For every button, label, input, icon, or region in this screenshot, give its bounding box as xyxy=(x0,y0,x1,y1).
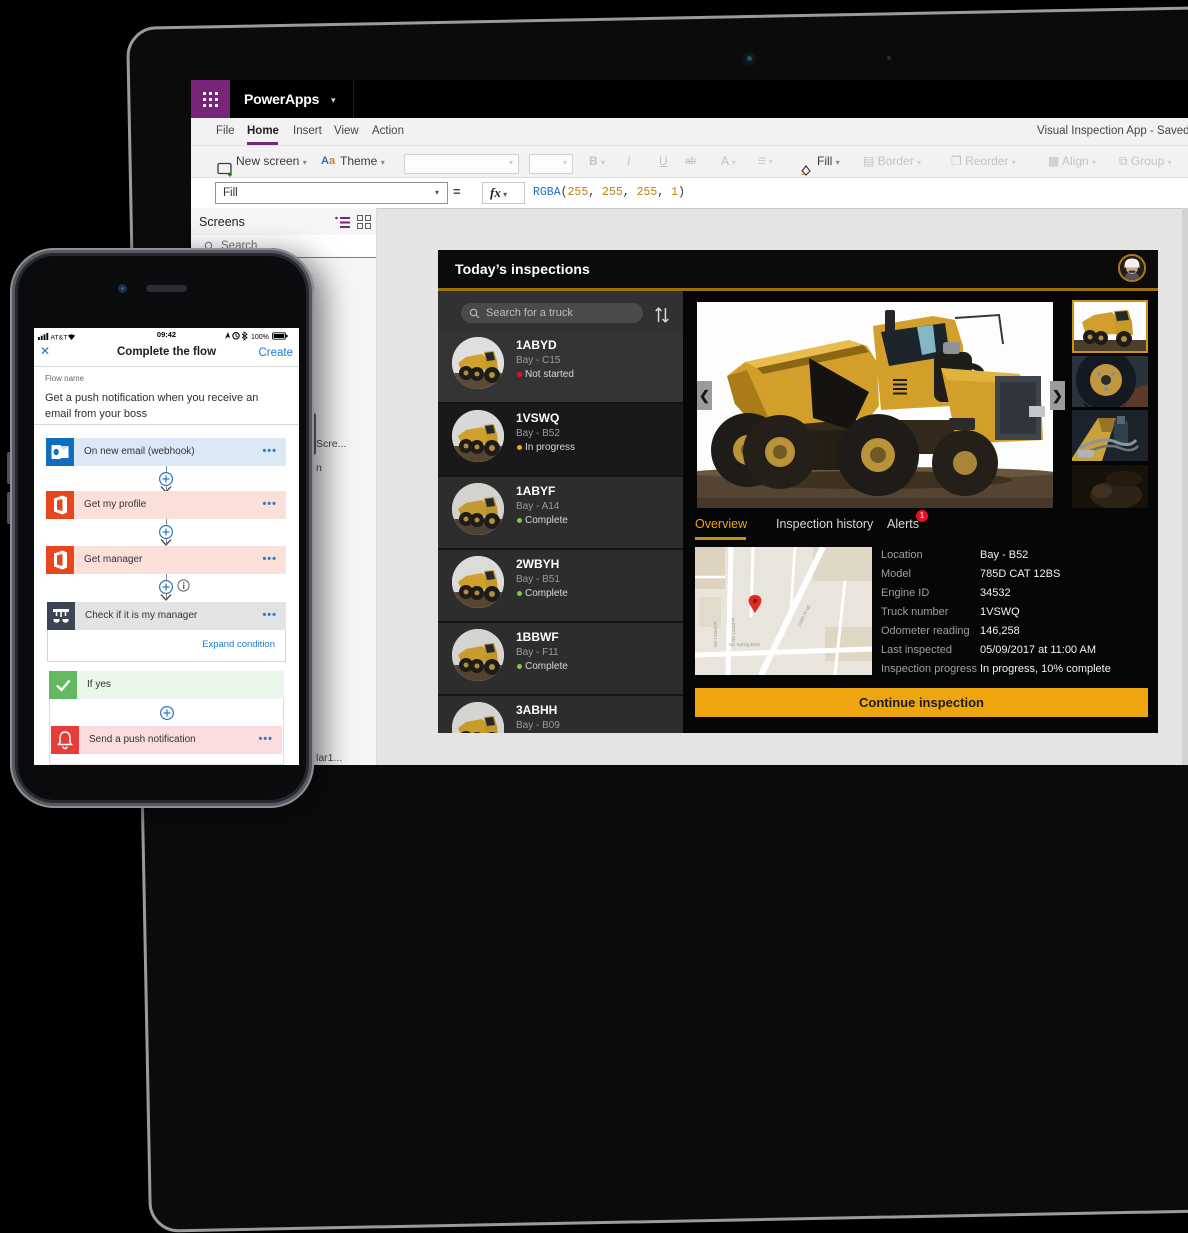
svg-text:NE Spring Blvd: NE Spring Blvd xyxy=(729,642,760,647)
svg-text:NE 133rd Pl: NE 133rd Pl xyxy=(731,618,736,642)
svg-text:100%: 100% xyxy=(251,334,269,341)
svg-text:NE 132nd Pl: NE 132nd Pl xyxy=(713,622,718,647)
